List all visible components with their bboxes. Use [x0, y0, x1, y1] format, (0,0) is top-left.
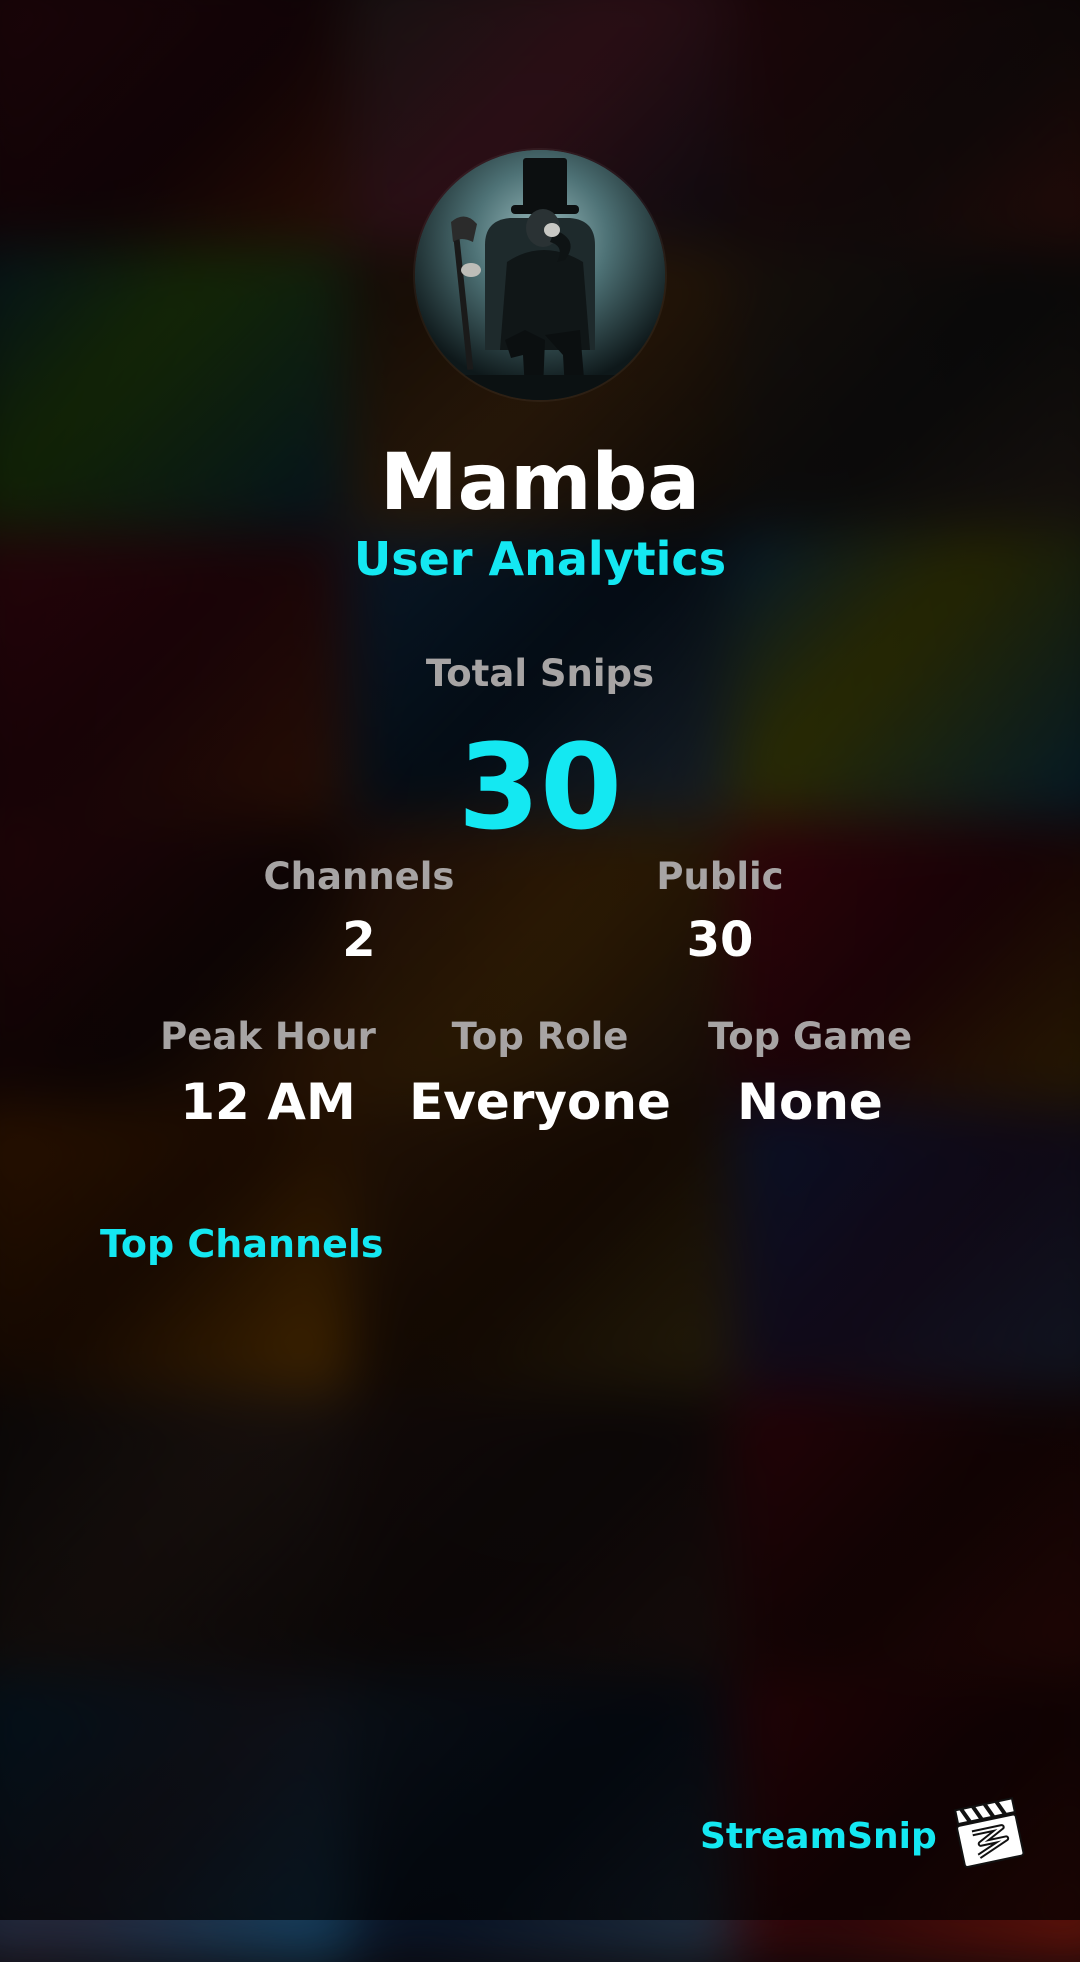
top-game-label: Top Game [707, 1015, 913, 1058]
top-role-label: Top Role [451, 1015, 629, 1058]
username: Mamba [380, 438, 700, 528]
top-role-value: Everyone [409, 1073, 671, 1131]
public-label: Public [656, 855, 784, 898]
top-channels-heading: Top Channels [100, 1222, 384, 1266]
total-snips-value: 30 [457, 718, 623, 856]
avatar [415, 150, 665, 400]
avatar-image [415, 150, 665, 400]
top-game-value: None [737, 1073, 883, 1131]
channels-value: 2 [342, 912, 376, 968]
page-subtitle: User Analytics [353, 532, 727, 586]
channels-label: Channels [263, 855, 455, 898]
peak-hour-label: Peak Hour [160, 1015, 376, 1058]
clapperboard-logo-icon [948, 1790, 1028, 1870]
brand-name: StreamSnip [700, 1816, 937, 1857]
total-snips-label: Total Snips [425, 652, 655, 695]
peak-hour-value: 12 AM [180, 1073, 356, 1131]
analytics-card: Mamba User Analytics Total Snips 30 Chan… [0, 0, 1080, 1920]
public-value: 30 [686, 912, 754, 968]
